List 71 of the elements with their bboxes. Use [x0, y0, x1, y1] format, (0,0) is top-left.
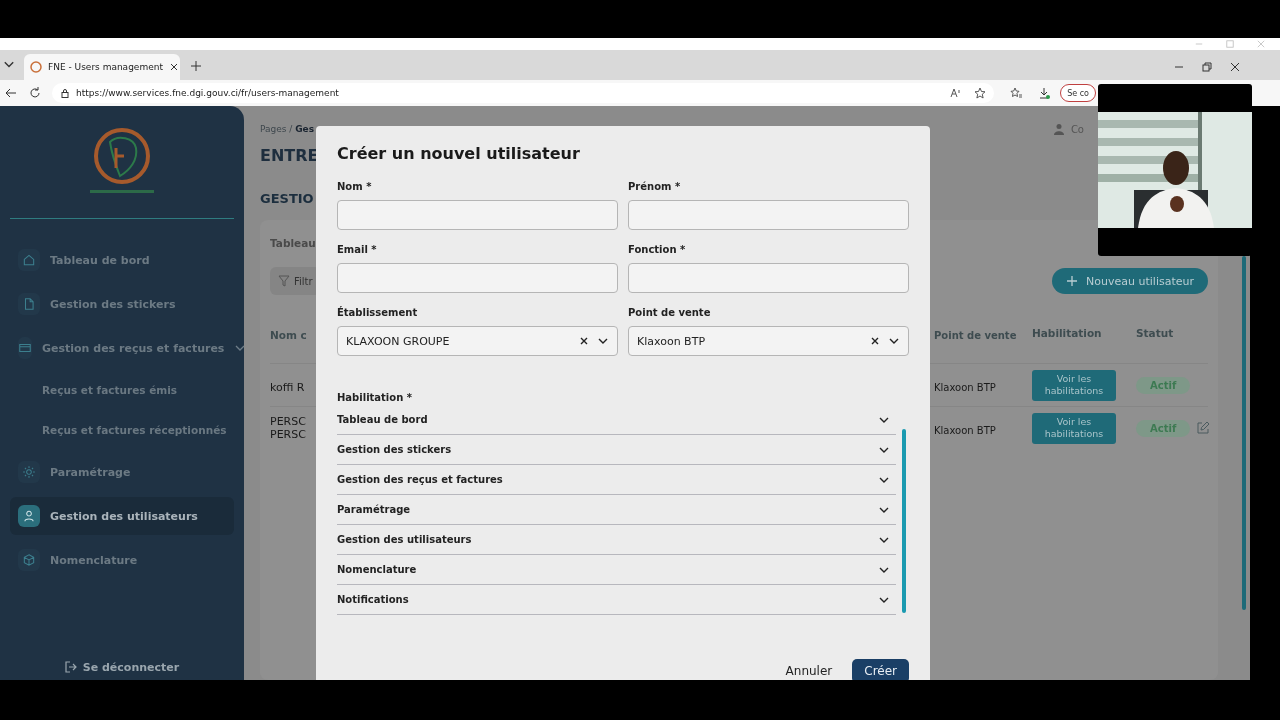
download-icon[interactable]	[1038, 87, 1051, 99]
table-cell: Klaxoon BTP	[934, 424, 996, 436]
star-icon[interactable]	[974, 87, 987, 99]
field-label: Fonction *	[628, 244, 687, 255]
document-icon	[22, 297, 36, 311]
input-field[interactable]	[337, 200, 618, 230]
browser-tab[interactable]: FNE - Users management	[24, 54, 180, 80]
close-icon[interactable]	[1230, 62, 1240, 72]
clear-icon[interactable]	[579, 336, 589, 346]
field-label: Établissement	[337, 307, 419, 318]
user-icon	[1052, 123, 1065, 135]
accordion-item[interactable]: Gestion des stickers	[337, 435, 896, 465]
column-header: Habilitation	[1032, 327, 1103, 339]
field-label: Nom *	[337, 181, 373, 192]
status-badge: Actif	[1136, 419, 1191, 437]
field-label: Email *	[337, 244, 378, 255]
logout-link[interactable]: Se déconnecter	[64, 654, 180, 680]
clear-icon[interactable]	[870, 336, 880, 346]
table-cell: koffi R	[270, 380, 305, 394]
plus-icon	[1066, 275, 1079, 287]
scrollbar[interactable]	[902, 429, 906, 613]
select-field[interactable]: Klaxoon BTP	[628, 326, 909, 356]
column-header: Statut	[1136, 327, 1175, 339]
field-label: Habilitation *	[337, 392, 412, 403]
favicon-icon	[30, 61, 42, 73]
user-icon	[22, 509, 36, 523]
new-tab-icon[interactable]	[190, 60, 202, 72]
breadcrumb: Pages / Ges	[260, 124, 315, 134]
scrollbar[interactable]	[1242, 256, 1246, 610]
read-aloud-icon[interactable]	[950, 87, 963, 99]
cancel-button[interactable]: Annuler	[779, 659, 839, 680]
create-button[interactable]: Créer	[852, 659, 909, 680]
reload-icon[interactable]	[28, 86, 42, 100]
column-header: Point de vente	[934, 329, 1017, 341]
status-badge: Actif	[1136, 376, 1191, 394]
field-label: Point de vente	[628, 307, 712, 318]
table-cell: Klaxoon BTP	[934, 381, 996, 393]
sign-in-button[interactable]: Se co	[1060, 84, 1096, 102]
section-title: GESTIO	[260, 191, 314, 206]
logout-icon	[64, 661, 77, 673]
input-field[interactable]	[628, 263, 909, 293]
page-title: ENTRE	[260, 146, 319, 165]
input-field[interactable]	[337, 263, 618, 293]
table-cell: PERSC PERSC	[270, 414, 306, 441]
home-icon	[22, 253, 36, 267]
back-icon[interactable]	[4, 86, 18, 100]
new-user-button[interactable]: Nouveau utilisateur	[1052, 268, 1208, 294]
sidebar-item[interactable]: Gestion des utilisateurs	[10, 497, 234, 535]
accordion-item[interactable]: Notifications	[337, 585, 896, 615]
card-icon	[18, 341, 32, 355]
accordion-item[interactable]: Paramétrage	[337, 495, 896, 525]
filter-icon	[278, 275, 290, 287]
permissions-button[interactable]: Voir les habilitations	[1032, 369, 1116, 401]
accordion-item[interactable]: Gestion des reçus et factures	[337, 465, 896, 495]
dialog-title: Créer un nouvel utilisateur	[337, 144, 581, 163]
lock-icon	[60, 88, 70, 98]
input-field[interactable]	[628, 200, 909, 230]
accordion-item[interactable]: Nomenclature	[337, 555, 896, 585]
select-field[interactable]: KLAXOON GROUPE	[337, 326, 618, 356]
cube-icon	[22, 553, 36, 567]
favorites-icon[interactable]	[1010, 87, 1023, 99]
column-header: Nom c	[270, 328, 307, 341]
settings-icon	[22, 465, 36, 479]
permissions-button[interactable]: Voir les habilitations	[1032, 412, 1116, 444]
accordion-item[interactable]: Gestion des utilisateurs	[337, 525, 896, 555]
close-icon[interactable]	[168, 62, 179, 72]
restore-icon[interactable]	[1202, 62, 1212, 72]
address-bar[interactable]: https://www.services.fne.dgi.gouv.ci/fr/users-management	[52, 83, 995, 103]
card-title: Tableau	[270, 237, 316, 249]
field-label: Prénom *	[628, 181, 682, 192]
accordion-item[interactable]: Tableau de bord	[337, 405, 896, 435]
